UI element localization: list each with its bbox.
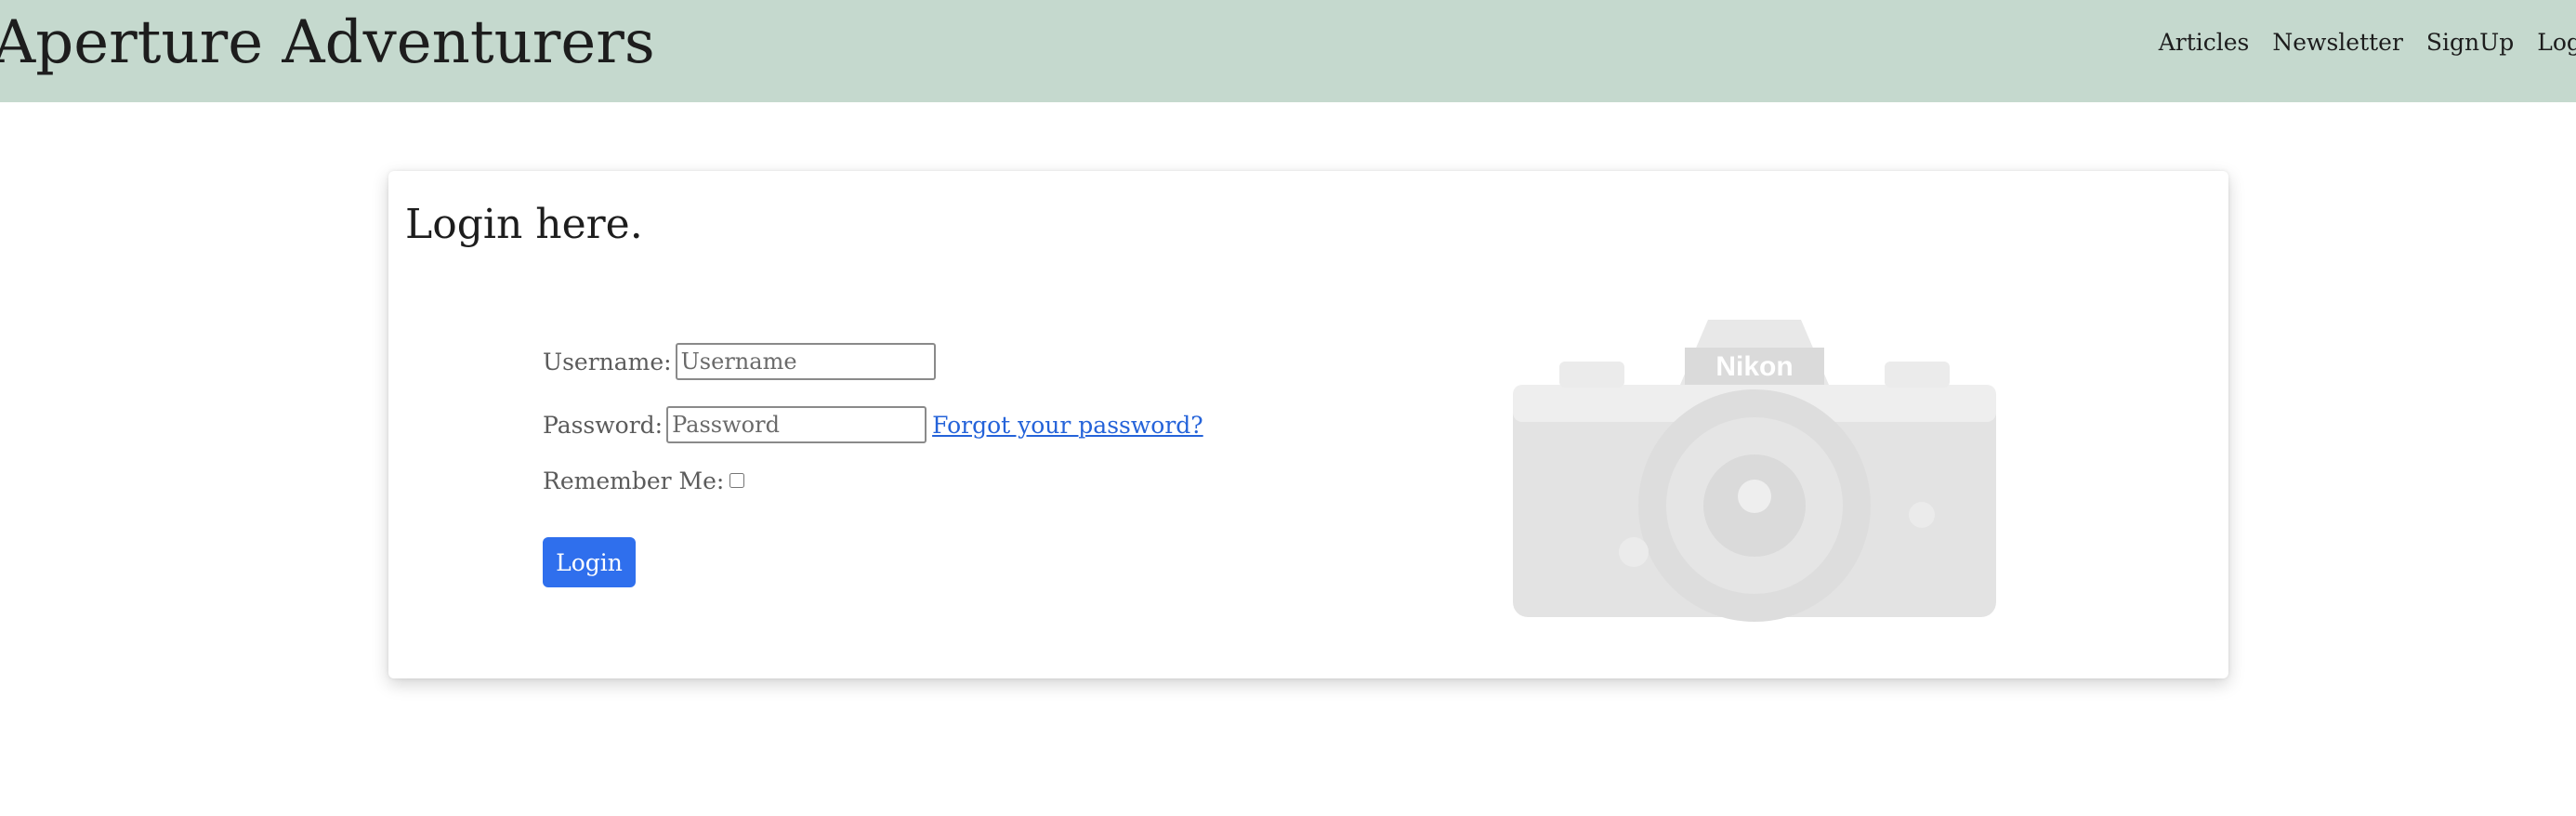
remember-checkbox[interactable] <box>729 473 745 488</box>
main-nav: Articles Newsletter SignUp Login <box>2159 26 2576 59</box>
password-input[interactable] <box>666 406 927 443</box>
camera-dial-right <box>1885 362 1950 388</box>
camera-button <box>1619 537 1649 567</box>
login-title: Login here. <box>405 201 643 248</box>
nav-newsletter[interactable]: Newsletter <box>2272 26 2403 59</box>
site-title[interactable]: Aperture Adventurers <box>0 7 655 78</box>
camera-brand: Nikon <box>1715 351 1793 382</box>
remember-row: Remember Me: <box>543 467 1203 494</box>
camera-icon: Nikon <box>1513 320 1996 622</box>
camera-button <box>1909 502 1935 528</box>
login-form: Username: Password: Forgot your password… <box>543 340 1203 587</box>
camera-dial-left <box>1559 362 1624 388</box>
remember-label: Remember Me: <box>543 467 725 494</box>
camera-lens-reflection <box>1738 480 1771 513</box>
forgot-password-link[interactable]: Forgot your password? <box>932 412 1203 439</box>
username-input[interactable] <box>675 343 936 380</box>
nav-login[interactable]: Login <box>2537 26 2576 59</box>
site-header: Aperture Adventurers Articles Newsletter… <box>0 0 2576 102</box>
login-card: Login here. Username: Password: Forgot y… <box>388 171 2228 678</box>
login-button[interactable]: Login <box>543 537 636 587</box>
nav-signup[interactable]: SignUp <box>2426 26 2514 59</box>
nav-articles[interactable]: Articles <box>2159 26 2250 59</box>
password-row: Password: Forgot your password? <box>543 403 1203 446</box>
password-label: Password: <box>543 411 664 439</box>
username-row: Username: <box>543 340 1203 383</box>
username-label: Username: <box>543 348 672 375</box>
